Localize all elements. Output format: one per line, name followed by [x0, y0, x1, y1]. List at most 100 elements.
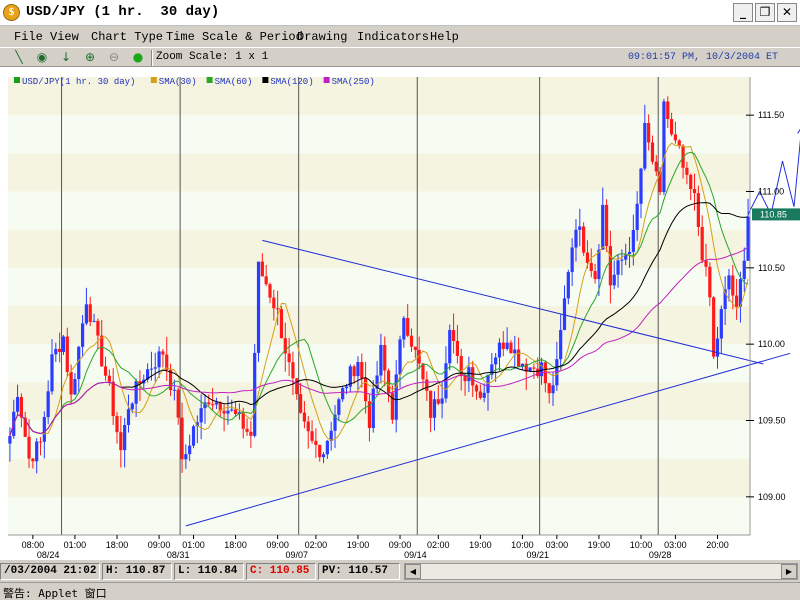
- candle-body: [398, 339, 402, 375]
- candle-body: [276, 308, 280, 310]
- x-tick-label: 08:00: [22, 540, 45, 550]
- x-tick-label: 19:00: [588, 540, 611, 550]
- y-tick-label: 109.50: [758, 416, 786, 426]
- candle-body: [497, 342, 502, 358]
- x-tick-label: 03:00: [546, 540, 569, 550]
- y-tick-label: 109.00: [758, 492, 786, 502]
- candle-body: [612, 274, 616, 286]
- menu-drawing[interactable]: Drawing: [297, 30, 347, 44]
- zoom-in-icon[interactable]: ⊕: [82, 50, 98, 66]
- status-low: L: 110.84: [174, 563, 244, 580]
- candle-body: [715, 338, 720, 357]
- price-band: [8, 306, 750, 345]
- candle-body: [207, 402, 211, 405]
- price-band: [8, 496, 750, 535]
- legend-label: SMA(30): [159, 77, 197, 87]
- menu-file[interactable]: File: [14, 30, 43, 44]
- candle-body: [19, 397, 23, 418]
- candle-body: [436, 399, 440, 404]
- candle-body: [42, 417, 46, 442]
- candle-body: [230, 409, 234, 411]
- candle-body: [666, 101, 670, 120]
- candle-body: [344, 386, 349, 389]
- candle-body: [92, 320, 96, 322]
- chart-area[interactable]: 109.00 109.50 110.00 110.50 111.00 111.50 110.…: [0, 67, 800, 560]
- x-tick-label: 02:00: [427, 540, 450, 550]
- candle-body: [692, 189, 697, 194]
- date-label: 08/24: [37, 550, 60, 560]
- candle-body: [149, 368, 154, 370]
- candle-body: [184, 454, 188, 460]
- candle-body: [379, 344, 383, 376]
- candle-body: [176, 389, 180, 418]
- scroll-left-icon[interactable]: ◀: [405, 564, 421, 579]
- menu-chart-type[interactable]: Chart Type: [91, 30, 163, 44]
- x-tick-label: 01:00: [64, 540, 87, 550]
- candle-body: [241, 412, 245, 429]
- candle-body: [272, 297, 276, 309]
- menu-help[interactable]: Help: [430, 30, 459, 44]
- candle-body: [708, 266, 712, 298]
- candle-body: [673, 134, 678, 141]
- candle-body: [341, 388, 345, 400]
- status-datetime: /03/2004 21:02: [0, 563, 100, 580]
- menu-indicators[interactable]: Indicators: [357, 30, 429, 44]
- candle-body: [735, 295, 739, 307]
- candle-body: [27, 436, 31, 459]
- legend-label: SMA(120): [270, 77, 313, 87]
- restore-button[interactable]: ❐: [755, 3, 775, 22]
- candle-body: [65, 336, 69, 372]
- candle-body: [249, 431, 253, 436]
- candle-body: [386, 370, 391, 394]
- candle-body: [96, 320, 100, 336]
- candle-body: [402, 317, 406, 340]
- candle-body: [570, 247, 574, 273]
- candle-body: [199, 408, 203, 423]
- candle-body: [35, 441, 39, 462]
- candle-body: [685, 167, 689, 175]
- x-tick-label: 10:00: [511, 540, 534, 550]
- price-band: [8, 115, 750, 154]
- x-tick-label: 09:00: [389, 540, 412, 550]
- candle-body: [536, 368, 540, 377]
- color-ball-icon[interactable]: ●: [130, 50, 146, 66]
- x-tick-label: 09:00: [148, 540, 171, 550]
- candle-body: [620, 259, 624, 261]
- price-chart[interactable]: 109.00 109.50 110.00 110.50 111.00 111.50 110.…: [0, 67, 800, 560]
- candle-body: [100, 335, 104, 367]
- minimize-button[interactable]: _: [733, 3, 753, 22]
- candle-body: [180, 417, 184, 460]
- applet-warning-bar: 警告: Applet 窗口: [0, 582, 800, 600]
- candle-body: [409, 335, 414, 347]
- draw-line-icon[interactable]: ╲: [11, 50, 27, 66]
- candle-body: [589, 263, 593, 272]
- scroll-right-icon[interactable]: ▶: [781, 564, 797, 579]
- crosshair-icon[interactable]: ◉: [34, 50, 50, 66]
- candle-body: [69, 371, 73, 395]
- candle-body: [211, 404, 215, 406]
- candle-body: [448, 330, 452, 364]
- candle-body: [50, 354, 54, 392]
- candle-body: [505, 342, 509, 349]
- candle-body: [669, 119, 674, 135]
- x-tick-label: 18:00: [106, 540, 129, 550]
- horizontal-scrollbar[interactable]: ◀ ▶: [404, 563, 798, 580]
- legend-swatch: [323, 77, 330, 83]
- status-bar: /03/2004 21:02 H: 110.87 L: 110.84 C: 11…: [0, 561, 800, 581]
- down-arrow-icon[interactable]: ↓: [58, 50, 74, 66]
- candle-body: [214, 402, 219, 405]
- candle-body: [58, 348, 62, 352]
- candle-body: [191, 426, 196, 446]
- menu-time-scale[interactable]: Time Scale & Period: [166, 30, 303, 44]
- zoom-out-icon[interactable]: ⊖: [106, 50, 122, 66]
- x-tick-label: 03:00: [664, 540, 687, 550]
- candle-body: [268, 284, 272, 298]
- applet-warning: 警告: Applet 窗口: [3, 587, 107, 600]
- close-button[interactable]: ✕: [777, 3, 797, 22]
- menu-view[interactable]: View: [50, 30, 79, 44]
- candle-body: [608, 246, 613, 286]
- candle-body: [731, 275, 735, 296]
- candle-body: [696, 193, 700, 227]
- candle-body: [356, 362, 360, 377]
- candle-body: [61, 336, 66, 352]
